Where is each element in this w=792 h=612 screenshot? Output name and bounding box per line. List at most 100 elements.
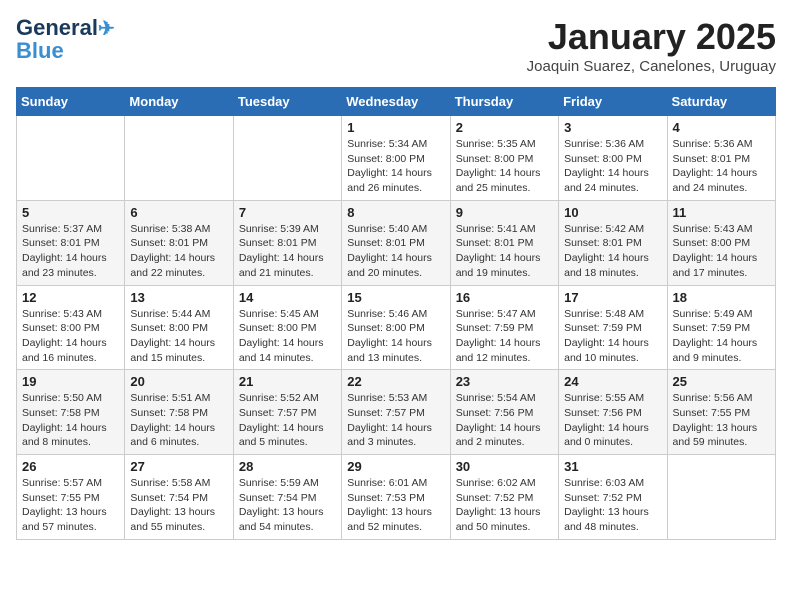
- calendar-cell: 5 Sunrise: 5:37 AM Sunset: 8:01 PM Daylig…: [17, 200, 125, 285]
- logo: General✈ Blue: [16, 16, 115, 62]
- day-number: 4: [673, 120, 770, 135]
- day-number: 22: [347, 374, 444, 389]
- day-info: Sunrise: 5:43 AM Sunset: 8:00 PM Dayligh…: [673, 222, 770, 281]
- day-info: Sunrise: 5:56 AM Sunset: 7:55 PM Dayligh…: [673, 391, 770, 450]
- day-number: 18: [673, 290, 770, 305]
- day-number: 1: [347, 120, 444, 135]
- logo-blue: Blue: [16, 40, 64, 62]
- calendar-cell: 4 Sunrise: 5:36 AM Sunset: 8:01 PM Daylig…: [667, 116, 775, 201]
- day-info: Sunrise: 5:41 AM Sunset: 8:01 PM Dayligh…: [456, 222, 553, 281]
- day-number: 7: [239, 205, 336, 220]
- calendar-cell: 27Sunrise: 5:58 AM Sunset: 7:54 PM Dayli…: [125, 455, 233, 540]
- day-number: 11: [673, 205, 770, 220]
- calendar-cell: 28Sunrise: 5:59 AM Sunset: 7:54 PM Dayli…: [233, 455, 341, 540]
- day-number: 19: [22, 374, 119, 389]
- weekday-header-row: SundayMondayTuesdayWednesdayThursdayFrid…: [17, 88, 776, 116]
- weekday-header: Thursday: [450, 88, 558, 116]
- day-info: Sunrise: 6:02 AM Sunset: 7:52 PM Dayligh…: [456, 476, 553, 535]
- calendar-week-row: 26Sunrise: 5:57 AM Sunset: 7:55 PM Dayli…: [17, 455, 776, 540]
- calendar-cell: 14 Sunrise: 5:45 AM Sunset: 8:00 PM Dayli…: [233, 285, 341, 370]
- calendar-cell: 22Sunrise: 5:53 AM Sunset: 7:57 PM Dayli…: [342, 370, 450, 455]
- day-info: Sunrise: 5:40 AM Sunset: 8:01 PM Dayligh…: [347, 222, 444, 281]
- day-info: Sunrise: 5:46 AM Sunset: 8:00 PM Dayligh…: [347, 307, 444, 366]
- calendar-cell: 25 Sunrise: 5:56 AM Sunset: 7:55 PM Dayli…: [667, 370, 775, 455]
- day-number: 9: [456, 205, 553, 220]
- calendar-week-row: 19Sunrise: 5:50 AM Sunset: 7:58 PM Dayli…: [17, 370, 776, 455]
- day-number: 14: [239, 290, 336, 305]
- day-info: Sunrise: 5:42 AM Sunset: 8:01 PM Dayligh…: [564, 222, 661, 281]
- day-info: Sunrise: 5:54 AM Sunset: 7:56 PM Dayligh…: [456, 391, 553, 450]
- calendar-cell: 15 Sunrise: 5:46 AM Sunset: 8:00 PM Dayli…: [342, 285, 450, 370]
- day-info: Sunrise: 5:43 AM Sunset: 8:00 PM Dayligh…: [22, 307, 119, 366]
- day-info: Sunrise: 5:36 AM Sunset: 8:01 PM Dayligh…: [673, 137, 770, 196]
- day-info: Sunrise: 6:01 AM Sunset: 7:53 PM Dayligh…: [347, 476, 444, 535]
- calendar-cell: 16 Sunrise: 5:47 AM Sunset: 7:59 PM Dayli…: [450, 285, 558, 370]
- day-info: Sunrise: 5:45 AM Sunset: 8:00 PM Dayligh…: [239, 307, 336, 366]
- calendar-cell: 19Sunrise: 5:50 AM Sunset: 7:58 PM Dayli…: [17, 370, 125, 455]
- day-number: 2: [456, 120, 553, 135]
- day-info: Sunrise: 5:37 AM Sunset: 8:01 PM Dayligh…: [22, 222, 119, 281]
- calendar-cell: 17 Sunrise: 5:48 AM Sunset: 7:59 PM Dayli…: [559, 285, 667, 370]
- calendar-subtitle: Joaquin Suarez, Canelones, Uruguay: [527, 58, 776, 75]
- calendar-title: January 2025: [527, 16, 776, 58]
- day-number: 12: [22, 290, 119, 305]
- calendar-cell: 21 Sunrise: 5:52 AM Sunset: 7:57 PM Dayli…: [233, 370, 341, 455]
- day-info: Sunrise: 5:34 AM Sunset: 8:00 PM Dayligh…: [347, 137, 444, 196]
- day-number: 15: [347, 290, 444, 305]
- day-number: 8: [347, 205, 444, 220]
- day-info: Sunrise: 5:58 AM Sunset: 7:54 PM Dayligh…: [130, 476, 227, 535]
- weekday-header: Monday: [125, 88, 233, 116]
- calendar-cell: 11 Sunrise: 5:43 AM Sunset: 8:00 PM Dayli…: [667, 200, 775, 285]
- calendar-cell: 9 Sunrise: 5:41 AM Sunset: 8:01 PM Daylig…: [450, 200, 558, 285]
- calendar-cell: 30 Sunrise: 6:02 AM Sunset: 7:52 PM Dayli…: [450, 455, 558, 540]
- calendar-cell: [233, 116, 341, 201]
- day-number: 30: [456, 459, 553, 474]
- logo-bird-icon: ✈: [98, 18, 115, 40]
- day-number: 23: [456, 374, 553, 389]
- calendar-cell: 10Sunrise: 5:42 AM Sunset: 8:01 PM Dayli…: [559, 200, 667, 285]
- day-number: 28: [239, 459, 336, 474]
- calendar-cell: 18 Sunrise: 5:49 AM Sunset: 7:59 PM Dayli…: [667, 285, 775, 370]
- calendar-cell: 6Sunrise: 5:38 AM Sunset: 8:01 PM Daylig…: [125, 200, 233, 285]
- calendar-table: SundayMondayTuesdayWednesdayThursdayFrid…: [16, 87, 776, 540]
- day-info: Sunrise: 5:51 AM Sunset: 7:58 PM Dayligh…: [130, 391, 227, 450]
- calendar-cell: 2 Sunrise: 5:35 AM Sunset: 8:00 PM Daylig…: [450, 116, 558, 201]
- day-info: Sunrise: 5:48 AM Sunset: 7:59 PM Dayligh…: [564, 307, 661, 366]
- day-number: 17: [564, 290, 661, 305]
- day-number: 24: [564, 374, 661, 389]
- day-number: 26: [22, 459, 119, 474]
- day-number: 31: [564, 459, 661, 474]
- calendar-cell: 31 Sunrise: 6:03 AM Sunset: 7:52 PM Dayli…: [559, 455, 667, 540]
- calendar-cell: 24 Sunrise: 5:55 AM Sunset: 7:56 PM Dayli…: [559, 370, 667, 455]
- weekday-header: Saturday: [667, 88, 775, 116]
- day-number: 16: [456, 290, 553, 305]
- day-number: 29: [347, 459, 444, 474]
- day-number: 25: [673, 374, 770, 389]
- calendar-cell: [125, 116, 233, 201]
- day-info: Sunrise: 5:44 AM Sunset: 8:00 PM Dayligh…: [130, 307, 227, 366]
- day-number: 20: [130, 374, 227, 389]
- weekday-header: Friday: [559, 88, 667, 116]
- weekday-header: Wednesday: [342, 88, 450, 116]
- calendar-cell: 3Sunrise: 5:36 AM Sunset: 8:00 PM Daylig…: [559, 116, 667, 201]
- day-info: Sunrise: 5:55 AM Sunset: 7:56 PM Dayligh…: [564, 391, 661, 450]
- calendar-cell: 8 Sunrise: 5:40 AM Sunset: 8:01 PM Daylig…: [342, 200, 450, 285]
- weekday-header: Sunday: [17, 88, 125, 116]
- day-info: Sunrise: 6:03 AM Sunset: 7:52 PM Dayligh…: [564, 476, 661, 535]
- day-info: Sunrise: 5:38 AM Sunset: 8:01 PM Dayligh…: [130, 222, 227, 281]
- day-info: Sunrise: 5:36 AM Sunset: 8:00 PM Dayligh…: [564, 137, 661, 196]
- day-info: Sunrise: 5:52 AM Sunset: 7:57 PM Dayligh…: [239, 391, 336, 450]
- day-info: Sunrise: 5:47 AM Sunset: 7:59 PM Dayligh…: [456, 307, 553, 366]
- calendar-week-row: 12 Sunrise: 5:43 AM Sunset: 8:00 PM Dayli…: [17, 285, 776, 370]
- day-number: 5: [22, 205, 119, 220]
- calendar-cell: 23 Sunrise: 5:54 AM Sunset: 7:56 PM Dayli…: [450, 370, 558, 455]
- day-number: 13: [130, 290, 227, 305]
- day-number: 21: [239, 374, 336, 389]
- day-info: Sunrise: 5:49 AM Sunset: 7:59 PM Dayligh…: [673, 307, 770, 366]
- calendar-week-row: 1 Sunrise: 5:34 AM Sunset: 8:00 PM Daylig…: [17, 116, 776, 201]
- weekday-header: Tuesday: [233, 88, 341, 116]
- day-info: Sunrise: 5:35 AM Sunset: 8:00 PM Dayligh…: [456, 137, 553, 196]
- calendar-cell: 1 Sunrise: 5:34 AM Sunset: 8:00 PM Daylig…: [342, 116, 450, 201]
- calendar-cell: 7Sunrise: 5:39 AM Sunset: 8:01 PM Daylig…: [233, 200, 341, 285]
- calendar-cell: [667, 455, 775, 540]
